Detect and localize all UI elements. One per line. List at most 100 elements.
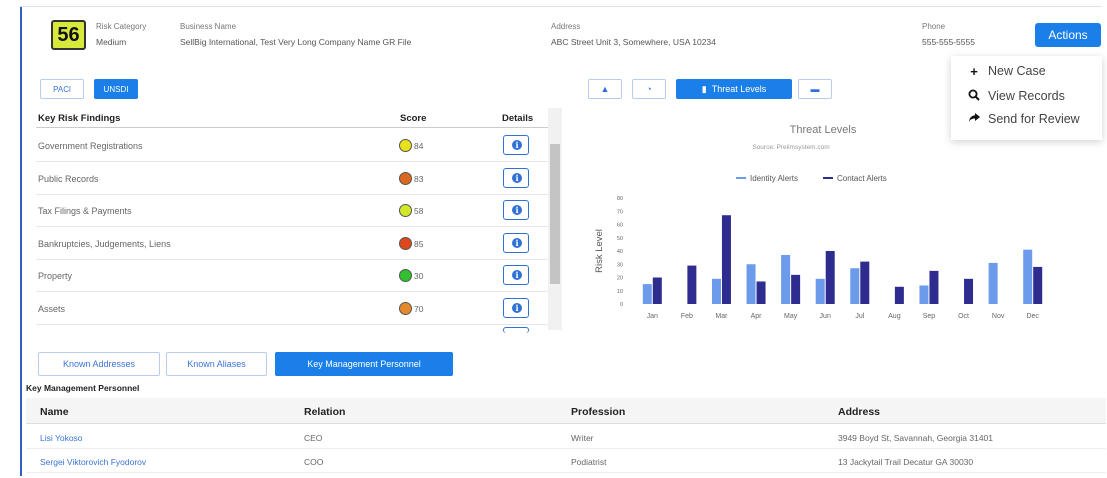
details-button[interactable]: i	[503, 200, 529, 220]
chart-bar	[919, 285, 929, 304]
chart-bar	[988, 262, 998, 304]
menu-item-send-for-review[interactable]: Send for Review	[967, 110, 1080, 128]
score-indicator-dot	[399, 301, 412, 315]
x-tick-label: Jul	[855, 313, 864, 320]
legend-label: Identity Alerts	[750, 174, 798, 183]
score-indicator-dot	[399, 204, 412, 217]
chart-bar	[860, 261, 870, 304]
finding-name: Bankruptcies, Judgements, Liens	[38, 238, 171, 249]
y-tick-label: 30	[617, 262, 623, 268]
kmp-name-link[interactable]: Lisi Yokoso	[40, 433, 83, 443]
y-tick-label: 60	[617, 223, 623, 229]
chart-bar	[781, 254, 791, 304]
bar-chart-icon: ▮	[701, 83, 707, 94]
header-divider	[20, 6, 1102, 7]
threat-levels-button[interactable]: ▮ Threat Levels	[676, 79, 792, 99]
score-indicator-dot	[399, 139, 412, 152]
x-tick-label: Apr	[751, 313, 763, 320]
finding-score: 84	[414, 141, 424, 151]
column-chart-button[interactable]: ▬	[798, 79, 832, 99]
pie-chart-button[interactable]: ◔	[632, 79, 666, 99]
chart-bar	[1033, 266, 1043, 304]
score-indicator-dot	[399, 269, 412, 282]
pie-icon: ◔	[646, 84, 652, 94]
kmp-row: Sergei Viktorovich Fyodorov COO Podiatrist…	[26, 449, 1106, 473]
x-tick-label: Jun	[820, 313, 831, 320]
unsdi-toggle[interactable]: UNSDI	[94, 79, 138, 99]
kmp-col-address: Address	[838, 406, 881, 418]
chart-bar	[756, 281, 766, 304]
chart-bar	[825, 251, 835, 304]
risk-score-badge: 56	[51, 20, 86, 50]
chart-bar	[1023, 249, 1033, 304]
findings-col-finding: Key Risk Findings	[38, 113, 121, 124]
findings-row: Government Registrations 84 i	[36, 130, 552, 162]
x-tick-label: Mar	[715, 313, 728, 320]
findings-row: Property 30 i	[36, 260, 552, 292]
chart-bar	[815, 278, 825, 304]
info-icon: i	[512, 172, 522, 183]
column-icon: ▬	[810, 84, 820, 94]
pacl-toggle[interactable]: PACl	[40, 79, 84, 99]
kmp-header-row: Name Relation Profession Address	[26, 398, 1106, 424]
score-indicator-dot	[399, 236, 412, 250]
tab-known-addresses[interactable]: Known Addresses	[38, 352, 160, 376]
y-tick-label: 50	[617, 236, 623, 242]
menu-item-view-records-label: View Records	[988, 89, 1065, 103]
details-button-partial[interactable]	[503, 327, 529, 333]
chart-bar	[746, 264, 756, 304]
tab-known-aliases[interactable]: Known Aliases	[166, 352, 267, 376]
menu-item-view-records[interactable]: View Records	[967, 87, 1065, 105]
x-tick-label: May	[784, 313, 798, 320]
chart-bar	[652, 277, 662, 304]
tab-key-management-personnel[interactable]: Key Management Personnel	[275, 352, 453, 376]
address-label: Address	[551, 22, 581, 31]
chart-bar	[964, 278, 974, 304]
chart-source: Source: Prelimsystem.com	[752, 144, 829, 151]
finding-name: Public Records	[38, 173, 99, 184]
findings-row: Bankruptcies, Judgements, Liens 85 i	[36, 228, 552, 260]
actions-dropdown-menu: + New Case View Records Send for Review	[951, 56, 1102, 140]
info-icon: i	[512, 270, 522, 280]
actions-button[interactable]: Actions	[1035, 23, 1101, 47]
phone-label: Phone	[922, 22, 946, 31]
kmp-relation: CEO	[304, 433, 323, 443]
y-tick-label: 80	[617, 196, 623, 202]
chart-bar	[721, 215, 731, 304]
findings-scroll-thumb[interactable]	[550, 144, 560, 284]
kmp-name-link[interactable]: Sergei Viktorovich Fyodorov	[40, 457, 146, 467]
x-tick-label: Feb	[681, 313, 693, 320]
finding-name: Government Registrations	[38, 141, 143, 151]
details-button[interactable]: i	[503, 297, 529, 318]
x-tick-label: Dec	[1026, 313, 1039, 320]
details-button[interactable]: i	[503, 167, 529, 188]
findings-row: Tax Filings & Payments 58 i	[36, 195, 552, 227]
x-tick-label: Jan	[647, 313, 658, 320]
kmp-address: 3949 Boyd St, Savannah, Georgia 31401	[838, 433, 994, 443]
kmp-address: 13 Jackytail Trail Decatur GA 30030	[838, 457, 974, 467]
details-button[interactable]: i	[503, 232, 529, 253]
finding-name: Property	[38, 271, 73, 281]
finding-name: Assets	[38, 303, 66, 314]
details-button[interactable]: i	[503, 135, 529, 155]
address-value: ABC Street Unit 3, Somewhere, USA 10234	[551, 37, 716, 47]
thumbs-chart-button[interactable]: ▲	[588, 79, 622, 99]
details-button[interactable]: i	[503, 265, 529, 285]
kmp-col-profession: Profession	[571, 406, 626, 418]
finding-score: 85	[414, 238, 424, 249]
kmp-profession: Writer	[571, 433, 594, 443]
risk-category-value: Medium	[96, 37, 127, 47]
finding-score: 70	[414, 303, 424, 314]
threat-levels-label: Threat Levels	[711, 84, 767, 94]
y-tick-label: 40	[617, 249, 623, 255]
chart-bar	[642, 284, 652, 304]
search-icon	[967, 89, 981, 104]
menu-item-new-case-label: New Case	[988, 64, 1046, 78]
business-name-label: Business Name	[180, 22, 237, 31]
thumbs-icon: ▲	[600, 84, 610, 94]
menu-item-new-case[interactable]: + New Case	[967, 62, 1046, 80]
risk-category-label: Risk Category	[96, 22, 147, 31]
kmp-section-title: Key Management Personnel	[26, 383, 140, 393]
phone-value: 555-555-5555	[922, 37, 975, 47]
kmp-col-name: Name	[40, 406, 69, 418]
